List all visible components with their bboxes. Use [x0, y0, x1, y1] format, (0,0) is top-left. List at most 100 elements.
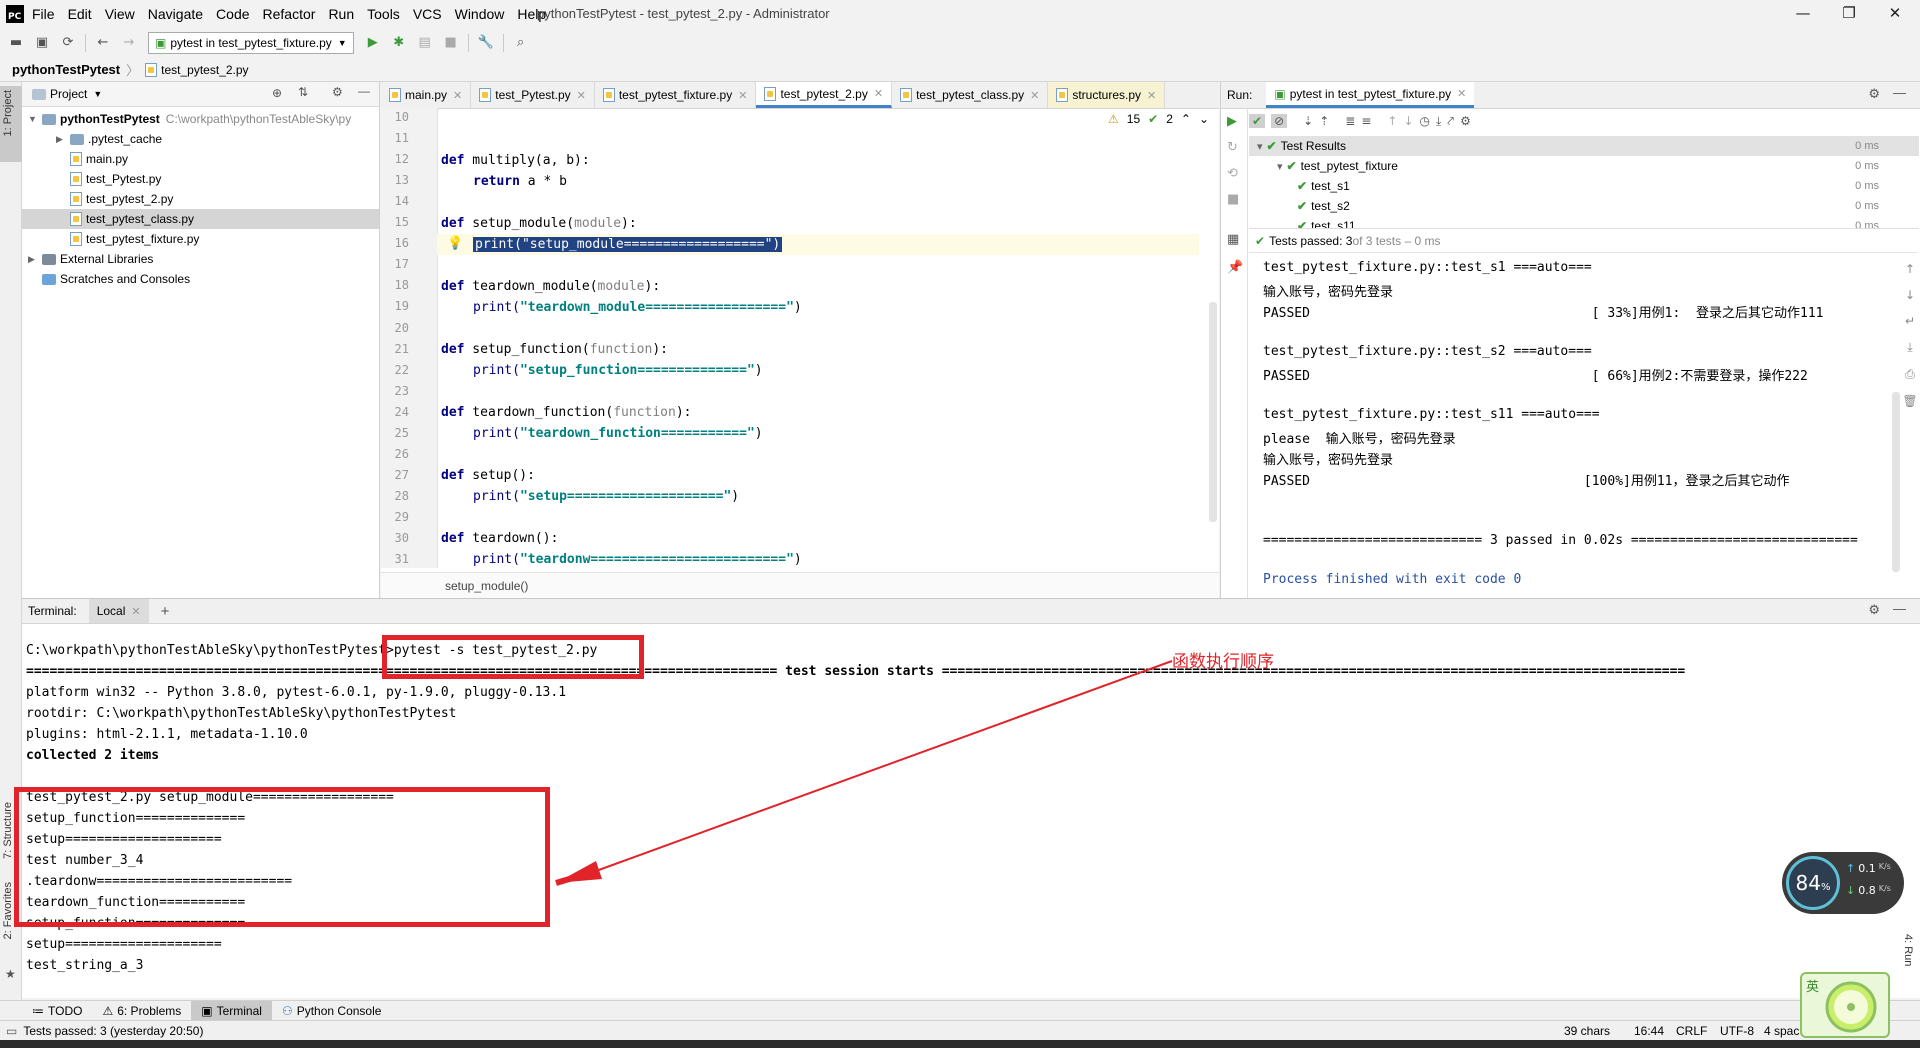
status-indent[interactable]: 4 spac	[1764, 1024, 1799, 1038]
back-arrow-icon[interactable]: ←	[95, 35, 111, 51]
status-panel-icon[interactable]: ▭	[6, 1024, 17, 1038]
chevron-down-icon[interactable]: ▼	[28, 114, 42, 124]
run-scrollbar[interactable]	[1892, 392, 1900, 572]
editor-tab[interactable]: test_pytest_2.py ✕	[756, 82, 893, 108]
run-tab[interactable]: ▣ pytest in test_pytest_fixture.py ✕	[1266, 82, 1475, 108]
toggle-auto-test-icon[interactable]: ⟲	[1227, 166, 1238, 181]
close-tab-icon[interactable]: ✕	[131, 605, 140, 618]
menu-code[interactable]: Code	[216, 6, 249, 22]
project-tree-item[interactable]: test_pytest_class.py	[22, 209, 379, 229]
down-arrow-icon[interactable]: ↓	[1905, 288, 1915, 302]
settings-wrench-icon[interactable]: 🔧	[478, 35, 494, 51]
locate-icon[interactable]: ⊕	[272, 86, 282, 100]
restore-icon[interactable]: ❐	[1838, 4, 1860, 24]
sort-alpha-icon[interactable]: ⇣	[1303, 114, 1313, 128]
breadcrumb-project[interactable]: pythonTestPytest	[12, 62, 120, 77]
close-tab-icon[interactable]: ✕	[738, 89, 747, 102]
close-tab-icon[interactable]: ✕	[1147, 89, 1156, 102]
structure-tool-tab[interactable]: 7: Structure	[2, 802, 14, 859]
network-speed-widget[interactable]: 84 % ↑ 0.1 K/s ↓ 0.8 K/s	[1782, 852, 1904, 914]
run-console-output[interactable]: test_pytest_fixture.py::test_s1 ===auto=…	[1221, 254, 1911, 594]
close-tab-icon[interactable]: ✕	[1030, 89, 1039, 102]
breadcrumb-file[interactable]: test_pytest_2.py	[161, 63, 248, 77]
soft-wrap-icon[interactable]: ↵	[1905, 314, 1915, 328]
editor-tab[interactable]: main.py ✕	[381, 82, 472, 108]
run-configuration-select[interactable]: ▣ pytest in test_pytest_fixture.py ▼	[148, 32, 354, 54]
test-tree-item[interactable]: ✔ test_s1 0 ms	[1249, 176, 1919, 196]
menu-edit[interactable]: Edit	[68, 6, 92, 22]
favorites-tool-tab[interactable]: 2: Favorites	[2, 882, 14, 939]
test-tree-item[interactable]: ✔ test_s2 0 ms	[1249, 196, 1919, 216]
menu-refactor[interactable]: Refactor	[263, 6, 316, 22]
project-tree-item[interactable]: ▶ .pytest_cache	[22, 129, 379, 149]
debug-icon[interactable]: ✱	[391, 35, 407, 51]
menu-run[interactable]: Run	[328, 6, 354, 22]
menu-file[interactable]: File	[32, 6, 55, 22]
gear-icon[interactable]: ⚙	[332, 85, 343, 99]
collapse-all-icon[interactable]: ⇅	[298, 85, 308, 99]
close-tab-icon[interactable]: ✕	[874, 87, 883, 100]
project-view-select[interactable]: Project	[50, 87, 87, 101]
close-icon[interactable]: ✕	[1884, 4, 1906, 24]
python-console-tool-button[interactable]: ⚇ Python Console	[272, 1001, 392, 1021]
gear-icon[interactable]: ⚙	[1868, 86, 1880, 102]
editor-tab[interactable]: test_pytest_class.py ✕	[892, 82, 1049, 108]
save-all-icon[interactable]: ▣	[34, 35, 50, 51]
hide-panel-icon[interactable]: —	[358, 84, 370, 98]
test-tree-item[interactable]: ▾ ✔ test_pytest_fixture 0 ms	[1249, 156, 1919, 176]
stop-icon[interactable]: ■	[443, 35, 459, 51]
show-ignored-icon[interactable]: ⊘	[1271, 114, 1288, 128]
scroll-to-end-icon[interactable]: ⤓	[1907, 340, 1912, 355]
layout-icon[interactable]: ▦	[1227, 232, 1239, 247]
project-tree-item[interactable]: test_pytest_2.py	[22, 189, 379, 209]
next-failed-icon[interactable]: ↓	[1403, 114, 1413, 128]
open-folder-icon[interactable]: ▬	[8, 35, 24, 51]
menu-navigate[interactable]: Navigate	[148, 6, 203, 22]
menu-window[interactable]: Window	[455, 6, 505, 22]
rerun-failed-icon[interactable]: ↻	[1227, 140, 1238, 155]
lightbulb-icon[interactable]: 💡	[447, 236, 463, 251]
code-area[interactable]: def multiply(a, b): return a * b def set…	[437, 108, 1203, 568]
settings-icon[interactable]: ⚙	[1460, 114, 1471, 128]
status-encoding[interactable]: UTF-8	[1720, 1024, 1754, 1038]
expand-all-icon[interactable]: ≣	[1345, 114, 1355, 128]
search-icon[interactable]: ⌕	[513, 35, 529, 51]
sync-icon[interactable]: ⟳	[60, 35, 76, 51]
chevron-right-icon[interactable]: ▶	[28, 254, 42, 265]
menu-view[interactable]: View	[105, 6, 135, 22]
prev-failed-icon[interactable]: ↑	[1387, 114, 1397, 128]
new-terminal-plus-icon[interactable]: +	[161, 603, 170, 620]
hide-panel-icon[interactable]: —	[1893, 85, 1906, 100]
terminal-tab-local[interactable]: Local ✕	[88, 599, 149, 623]
coverage-icon[interactable]: ▤	[417, 35, 433, 51]
history-icon[interactable]: ◷	[1420, 114, 1430, 128]
chevron-right-icon[interactable]: ▶	[56, 134, 70, 145]
sort-duration-icon[interactable]: ⇡	[1319, 114, 1329, 128]
chevron-down-icon[interactable]: ▼	[93, 89, 102, 99]
editor-tab[interactable]: test_pytest_fixture.py ✕	[595, 82, 757, 108]
close-tab-icon[interactable]: ✕	[453, 89, 462, 102]
editor-tab[interactable]: test_Pytest.py ✕	[471, 82, 595, 108]
status-line-separator[interactable]: CRLF	[1676, 1024, 1707, 1038]
menu-vcs[interactable]: VCS	[413, 6, 442, 22]
stop-icon[interactable]: ■	[1227, 192, 1239, 207]
code-crumb-function[interactable]: setup_module()	[445, 579, 528, 593]
hide-panel-icon[interactable]: —	[1893, 601, 1906, 616]
up-arrow-icon[interactable]: ↑	[1905, 262, 1915, 276]
project-tree-item[interactable]: ▶ External Libraries	[22, 249, 379, 269]
print-icon[interactable]: ⎙	[1905, 367, 1915, 382]
chevron-down-icon[interactable]: ▾	[1257, 140, 1263, 153]
project-tree-item[interactable]: test_Pytest.py	[22, 169, 379, 189]
minimize-icon[interactable]: —	[1792, 4, 1814, 24]
project-tree-item[interactable]: ▼ pythonTestPytest C:\workpath\pythonTestA…	[22, 109, 379, 129]
collapse-all-icon[interactable]: ≡	[1361, 114, 1371, 128]
forward-arrow-icon[interactable]: →	[121, 35, 137, 51]
gear-icon[interactable]: ⚙	[1868, 602, 1880, 618]
import-tests-icon[interactable]: ⤓	[1436, 114, 1441, 129]
terminal-tool-button[interactable]: ▣ Terminal	[191, 1000, 272, 1021]
editor-tab[interactable]: structures.py ✕	[1048, 82, 1166, 108]
close-tab-icon[interactable]: ✕	[1457, 87, 1466, 100]
test-tree-item[interactable]: ✔ test_s11 0 ms	[1249, 216, 1919, 228]
run-icon[interactable]: ▶	[365, 35, 381, 51]
export-icon[interactable]: ⤤	[1447, 114, 1454, 129]
